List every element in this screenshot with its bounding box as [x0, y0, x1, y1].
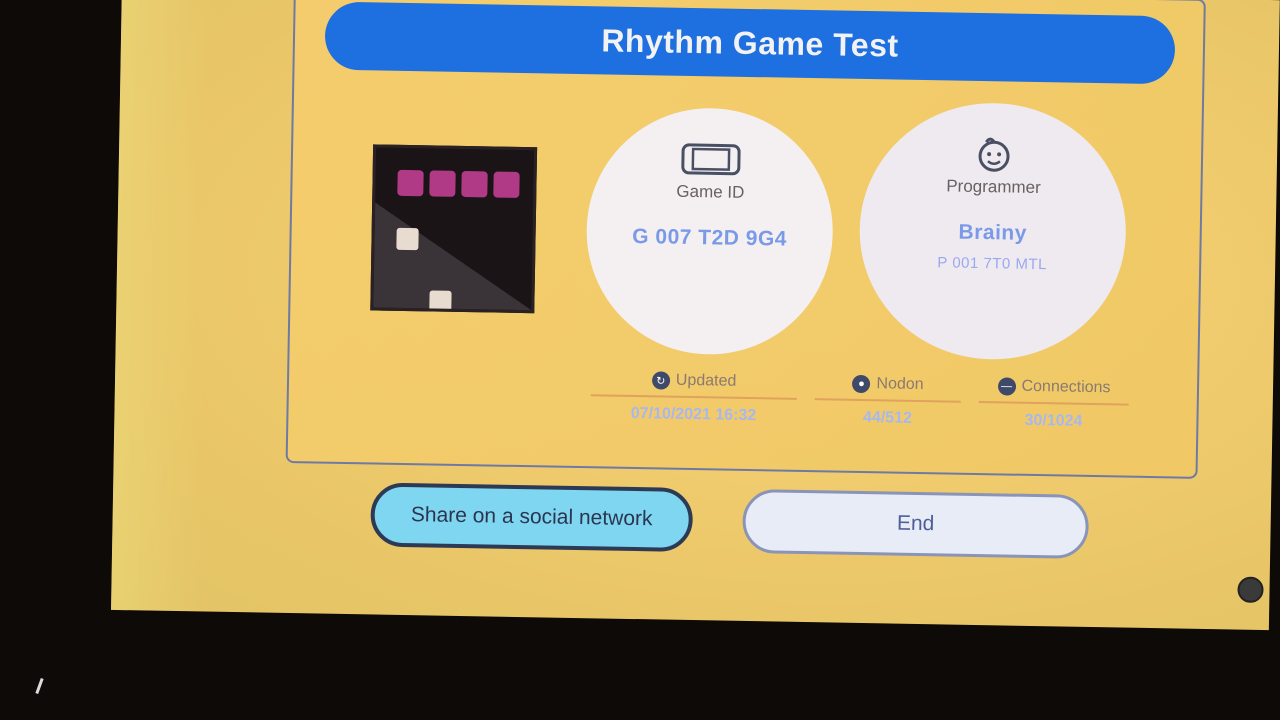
programmer-label: Programmer	[946, 176, 1041, 198]
stat-connections-value: 30/1024	[1024, 411, 1083, 430]
title-bar: Rhythm Game Test	[324, 1, 1176, 85]
corner-button[interactable]	[1237, 576, 1264, 604]
end-button[interactable]: End	[742, 488, 1090, 559]
game-thumbnail	[370, 144, 538, 314]
game-info-panel: Rhythm Game Test Game ID G 007 T2D 9G4 P…	[285, 0, 1206, 479]
game-title: Rhythm Game Test	[601, 21, 899, 64]
stat-divider	[978, 401, 1129, 406]
stat-connections: — Connections 30/1024	[978, 377, 1129, 432]
game-id-value: G 007 T2D 9G4	[632, 224, 788, 251]
thumbnail-note	[429, 290, 452, 313]
stat-nodon-value: 44/512	[862, 409, 913, 427]
light-glare	[35, 677, 44, 695]
thumbnail-ramp	[373, 202, 534, 311]
game-screen: Rhythm Game Test Game ID G 007 T2D 9G4 P…	[111, 0, 1280, 631]
thumbnail-pad	[493, 171, 520, 198]
stat-nodon: ● Nodon 44/512	[814, 374, 961, 429]
programmer-card: Programmer Brainy P 001 7T0 MTL	[857, 100, 1128, 362]
smiley-icon	[974, 137, 1015, 172]
refresh-icon: ↻	[651, 371, 670, 390]
share-button[interactable]: Share on a social network	[370, 482, 694, 553]
stat-updated-value: 07/10/2021 16:32	[630, 404, 757, 425]
game-id-card: Game ID G 007 T2D 9G4	[584, 106, 835, 357]
stat-connections-label: Connections	[1021, 377, 1111, 397]
stat-divider	[590, 394, 797, 400]
stat-nodon-label: Nodon	[876, 375, 924, 394]
thumbnail-pad	[397, 169, 424, 197]
game-id-label: Game ID	[676, 181, 745, 202]
programmer-name: Brainy	[958, 220, 1028, 245]
minus-circle-icon: —	[997, 377, 1016, 396]
thumbnail-pad	[429, 170, 456, 197]
stat-divider	[814, 398, 961, 403]
stat-updated: ↻ Updated 07/10/2021 16:32	[590, 370, 797, 426]
console-icon	[681, 142, 742, 177]
lock-icon: ●	[852, 374, 871, 394]
thumbnail-note	[396, 227, 419, 251]
thumbnail-pad	[461, 170, 488, 198]
programmer-id: P 001 7T0 MTL	[937, 254, 1048, 274]
stat-updated-label: Updated	[675, 371, 737, 390]
